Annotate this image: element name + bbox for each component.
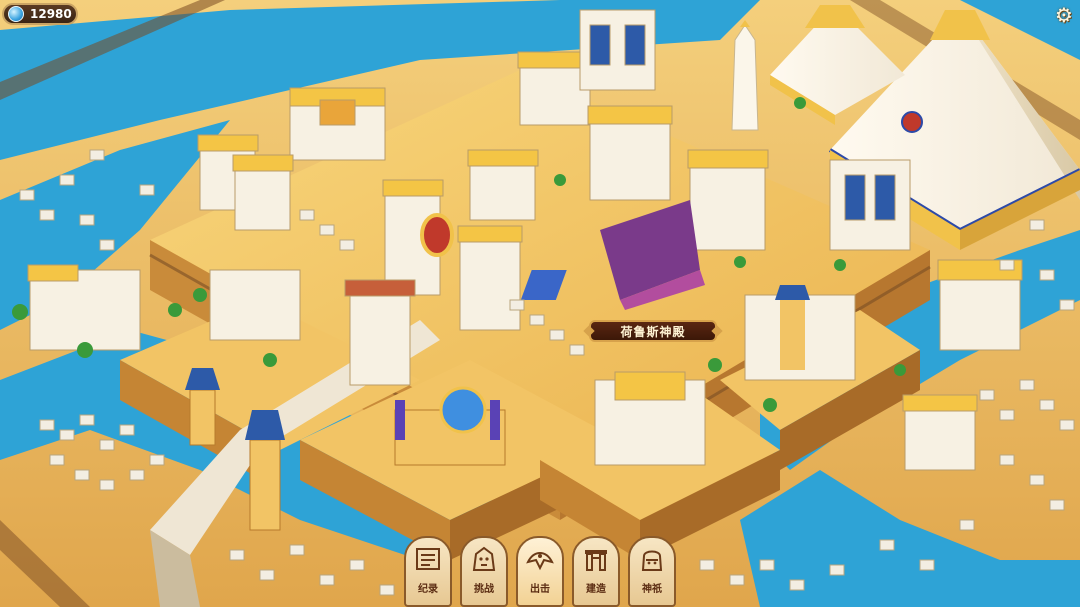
blue-gem-icon [8,6,24,22]
sortie-button[interactable]: 出击 [516,536,564,607]
gear-icon[interactable]: ⚙ [1054,5,1074,25]
scroll-icon [416,548,440,570]
gold-amount: 12980 [30,7,72,21]
gold-counter[interactable]: 12980 [2,3,78,25]
temple-gate-icon [585,550,607,571]
sphinx-head-icon [472,546,496,571]
records-label: 纪录 [418,584,438,595]
sortie-label: 出击 [530,584,550,595]
horus-temple-label[interactable]: 荷鲁斯神殿 [589,320,717,342]
records-button[interactable]: 纪录 [404,536,452,607]
deities-button[interactable]: 神祇 [628,536,676,607]
city-map[interactable] [0,0,1080,607]
pharaoh-mask-icon [641,550,663,571]
bottom-menu: 纪录 挑战 出击 建造 神祇 [404,530,676,607]
build-label: 建造 [586,584,606,595]
build-button[interactable]: 建造 [572,536,620,607]
deities-label: 神祇 [642,584,662,595]
pharaoh-shrine [744,285,856,381]
challenge-button[interactable]: 挑战 [460,536,508,607]
horus-falcon-icon [526,552,554,571]
challenge-label: 挑战 [474,584,494,595]
